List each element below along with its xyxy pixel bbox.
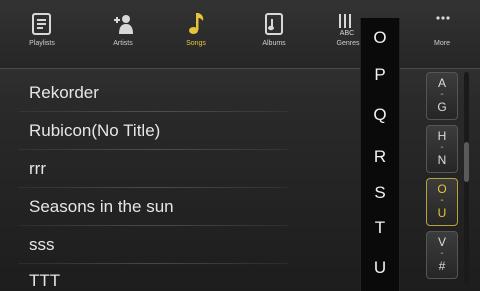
letter-option[interactable]: Q: [361, 105, 399, 125]
index-start-letter: H: [437, 129, 447, 143]
index-separator: -: [440, 89, 444, 100]
tab-artists-label: Artists: [113, 40, 133, 47]
tab-more[interactable]: More: [412, 10, 472, 62]
tab-artists[interactable]: Artists: [93, 10, 153, 62]
index-separator: -: [440, 195, 444, 206]
playlist-icon: [32, 13, 51, 35]
genre-icon: ABC: [339, 14, 354, 36]
song-title: Rekorder: [29, 83, 99, 102]
svg-text:ABC: ABC: [340, 30, 354, 36]
index-end-letter: #: [438, 259, 446, 273]
album-icon: [265, 13, 283, 35]
letter-option[interactable]: S: [361, 183, 399, 203]
letter-option[interactable]: R: [361, 147, 399, 167]
index-end-letter: G: [437, 100, 447, 114]
tab-songs[interactable]: Songs: [166, 10, 226, 62]
index-start-letter: A: [437, 76, 446, 90]
tab-albums[interactable]: Albums: [244, 10, 304, 62]
scrollbar[interactable]: [464, 72, 469, 284]
list-item[interactable]: TTT: [0, 262, 300, 291]
tab-albums-label: Albums: [262, 40, 286, 47]
scrollbar-thumb[interactable]: [464, 142, 469, 182]
index-separator: -: [440, 248, 444, 259]
index-end-letter: U: [437, 206, 447, 220]
song-title: rrr: [29, 159, 46, 178]
index-button-o-u[interactable]: O - U: [426, 178, 458, 226]
letter-option[interactable]: T: [361, 218, 399, 238]
song-title: TTT: [29, 271, 61, 290]
tab-playlists-label: Playlists: [29, 40, 55, 47]
tab-playlists[interactable]: Playlists: [12, 10, 72, 62]
list-item[interactable]: Rubicon(No Title): [0, 112, 300, 150]
index-button-v-hash[interactable]: V - #: [426, 231, 458, 279]
letter-option[interactable]: U: [361, 258, 399, 278]
index-separator: -: [440, 142, 444, 153]
song-list: Rekorder Rubicon(No Title) rrr Seasons i…: [0, 68, 360, 291]
index-start-letter: O: [437, 182, 447, 196]
index-start-letter: V: [437, 235, 446, 249]
music-browser-screen: Playlists Artists Songs Albums ABC Genre…: [0, 0, 480, 291]
song-title: Seasons in the sun: [29, 197, 174, 216]
music-note-icon: [189, 13, 204, 34]
alphabet-index: A - G H - N O - U V - #: [426, 68, 462, 291]
category-tab-bar: Playlists Artists Songs Albums ABC Genre…: [0, 0, 480, 69]
letter-option[interactable]: O: [361, 28, 399, 48]
tab-songs-label: Songs: [186, 40, 206, 47]
index-end-letter: N: [437, 153, 447, 167]
more-icon: [436, 16, 450, 20]
tab-more-label: More: [434, 40, 450, 47]
list-item[interactable]: Seasons in the sun: [0, 188, 300, 226]
list-item[interactable]: rrr: [0, 150, 300, 188]
list-item[interactable]: sss: [0, 226, 300, 264]
list-item[interactable]: Rekorder: [0, 74, 300, 112]
letter-option[interactable]: P: [361, 65, 399, 85]
index-button-h-n[interactable]: H - N: [426, 125, 458, 173]
artist-icon: [114, 15, 133, 34]
letter-jump-popup: O P Q R S T U: [360, 18, 400, 291]
song-title: sss: [29, 235, 55, 254]
index-button-a-g[interactable]: A - G: [426, 72, 458, 120]
song-title: Rubicon(No Title): [29, 121, 161, 140]
